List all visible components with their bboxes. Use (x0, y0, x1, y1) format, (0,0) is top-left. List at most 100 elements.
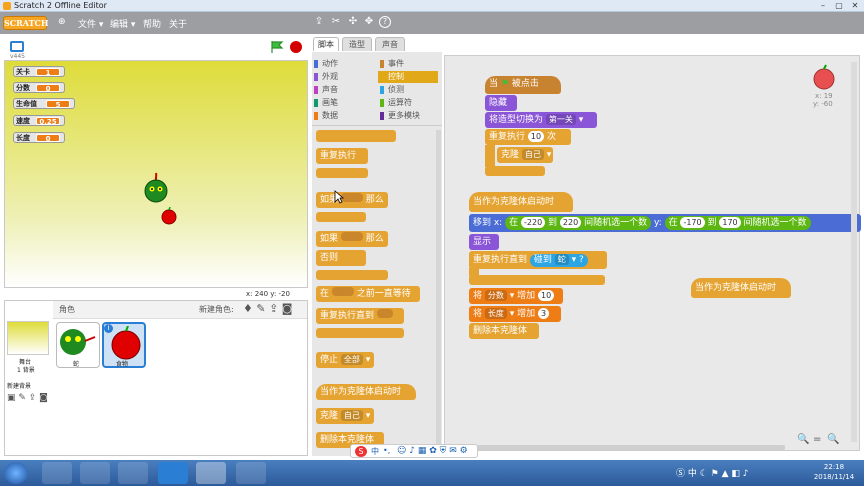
palette-block-else: 否则 (316, 250, 366, 266)
snake-sprite[interactable] (141, 169, 171, 205)
category-more-blocks[interactable]: 更多模块 (378, 110, 420, 122)
palette-scrollbar[interactable] (436, 130, 441, 455)
goto-xy-block[interactable]: 移到 x: 在 -220 到 220 间随机选一个数 y: 在 -170 到 1… (469, 214, 861, 232)
vertical-scrollbar[interactable] (851, 62, 857, 442)
ime-tools-icons[interactable]: ☺ ♪ ▦ ✿ ⛨ ✉ ⚙ (397, 446, 468, 456)
fullscreen-icon[interactable] (10, 41, 24, 52)
stage-backdrop-count: 1 背景 (17, 367, 35, 374)
minimize-button[interactable]: – (818, 1, 828, 10)
duplicate-icon[interactable]: ⇪ (313, 16, 325, 28)
taskbar-explorer[interactable] (118, 462, 148, 484)
ime-punct[interactable]: •, (383, 446, 390, 455)
stage-canvas[interactable]: 关卡 1 分数 0 生命值 5 速度 0.25 长度 0 (4, 60, 308, 288)
palette-block-forever[interactable]: 重复执行 (316, 148, 368, 164)
window-title: Scratch 2 Offline Editor (14, 1, 107, 10)
category-looks[interactable]: 外观 (312, 71, 338, 83)
sprite-thumb-snake[interactable]: 蛇 (56, 322, 100, 368)
palette-block-wait-until[interactable]: 在 之前一直等待 (316, 286, 420, 302)
taskbar-browser[interactable] (42, 462, 72, 484)
show-block[interactable]: 显示 (469, 234, 499, 250)
ime-mode[interactable]: 中 (371, 446, 379, 457)
script-area[interactable]: 当 ⚑ 被点击 隐藏 将造型切换为 第一关 ▾ 重复执行 10 次 克隆 自己 … (444, 55, 861, 451)
window-titlebar: Scratch 2 Offline Editor – ▢ ✕ (0, 0, 864, 12)
change-score-block[interactable]: 将 分数 ▾ 增加 10 (469, 288, 563, 304)
palette-block-if[interactable]: 如果 那么 (316, 192, 388, 208)
touching-block[interactable]: 碰到 蛇 ▾ ? (529, 254, 588, 267)
switch-costume-block[interactable]: 将造型切换为 第一关 ▾ (485, 112, 597, 128)
category-control[interactable]: 控制 (378, 71, 438, 83)
tab-sounds[interactable]: 声音 (375, 37, 405, 51)
hide-block[interactable]: 隐藏 (485, 95, 517, 111)
monitor-speed: 速度 0.25 (13, 115, 65, 126)
category-sensing[interactable]: 侦测 (378, 84, 404, 96)
tray-clock[interactable]: 22:18 2018/11/14 (806, 462, 862, 482)
palette-block-forever-foot (316, 168, 368, 178)
sogou-icon[interactable]: S (355, 446, 367, 457)
repeat-block-arm (485, 145, 495, 167)
taskbar-word[interactable] (158, 462, 188, 484)
menu-file[interactable]: 文件 ▾ (78, 17, 103, 30)
menu-edit[interactable]: 编辑 ▾ (110, 17, 135, 30)
taskbar-recorder[interactable] (236, 462, 266, 484)
menu-about[interactable]: 关于 (169, 17, 187, 30)
swatch (314, 60, 318, 68)
taskbar-media[interactable] (80, 462, 110, 484)
palette-block-clone[interactable]: 克隆 自己 ▾ (316, 408, 374, 424)
category-motion[interactable]: 动作 (312, 58, 338, 70)
horizontal-scrollbar[interactable] (455, 445, 785, 450)
taskbar-scratch[interactable] (196, 462, 226, 484)
tab-scripts[interactable]: 脚本 (313, 37, 339, 51)
clone-start-hat-block[interactable]: 当作为克隆体启动时 (469, 192, 573, 212)
menu-help[interactable]: 帮助 (143, 17, 161, 30)
category-data[interactable]: 数据 (312, 110, 338, 122)
when-flag-clicked-block[interactable]: 当 ⚑ 被点击 (485, 76, 561, 94)
palette-block-if-foot (316, 212, 366, 222)
palette-block-cap[interactable] (316, 130, 396, 142)
palette-block-if-else[interactable]: 如果 那么 (316, 231, 388, 247)
block-help-icon[interactable]: ? (379, 16, 391, 28)
category-sound[interactable]: 声音 (312, 84, 338, 96)
apple-sprite[interactable] (160, 207, 178, 225)
repeat-block[interactable]: 重复执行 10 次 (485, 129, 571, 145)
delete-clone-block[interactable]: 删除本克隆体 (469, 323, 539, 339)
clone-start-hat-block-2[interactable]: 当作为克隆体启动时 (691, 278, 791, 298)
shrink-icon[interactable]: ✥ (363, 16, 375, 28)
grow-icon[interactable]: ✣ (347, 16, 359, 28)
backdrop-tools[interactable]: ▣ ✎ ⇪ ◙ (7, 393, 48, 403)
sprite-thumb-food[interactable]: i 食物 (102, 322, 146, 368)
random-y-block[interactable]: 在 -170 到 170 间随机选一个数 (664, 216, 811, 230)
new-sprite-tools[interactable]: ♦ ✎ ⇪ ◙ (243, 302, 292, 315)
random-x-block[interactable]: 在 -220 到 220 间随机选一个数 (505, 216, 652, 230)
green-flag-icon[interactable] (270, 40, 284, 54)
start-button[interactable] (4, 462, 28, 484)
clock-date: 2018/11/14 (813, 473, 855, 481)
zoom-reset-icon[interactable]: = (813, 434, 821, 445)
sprite-x: x: 19 (815, 92, 833, 100)
palette-block-repeat-until[interactable]: 重复执行直到 (316, 308, 404, 324)
stop-icon[interactable] (290, 41, 302, 53)
language-globe-icon[interactable]: ⊕ (58, 17, 66, 27)
monitor-score: 分数 0 (13, 82, 65, 93)
stage-thumbnail[interactable] (7, 321, 49, 355)
new-backdrop-label: 新建背景 (7, 383, 32, 390)
category-operators[interactable]: 运算符 (378, 97, 412, 109)
delete-scissors-icon[interactable]: ✂ (330, 16, 342, 28)
repeat-until-block[interactable]: 重复执行直到 碰到 蛇 ▾ ? (469, 251, 607, 269)
zoom-in-icon[interactable]: 🔍 (827, 434, 839, 445)
new-sprite-label: 新建角色: (199, 305, 234, 314)
tray-icons[interactable]: Ⓢ 中 ☾ ⚑ ▲ ◧ ♪ (676, 466, 748, 479)
close-button[interactable]: ✕ (850, 1, 860, 10)
zoom-out-icon[interactable]: 🔍 (797, 434, 809, 445)
maximize-button[interactable]: ▢ (834, 1, 844, 10)
monitor-length: 长度 0 (13, 132, 65, 143)
scratch-logo[interactable]: SCRATCH (3, 16, 48, 30)
category-events[interactable]: 事件 (378, 58, 404, 70)
category-palette: 动作 外观 声音 画笔 数据 事件 控制 侦测 运算符 更多模块 (312, 52, 442, 126)
clone-block[interactable]: 克隆 自己 ▾ (497, 147, 553, 163)
repeat-until-foot (469, 275, 605, 285)
tab-costumes[interactable]: 造型 (342, 37, 372, 51)
palette-block-stop[interactable]: 停止 全部 ▾ (316, 352, 374, 368)
change-length-block[interactable]: 将 长度 ▾ 增加 3 (469, 306, 561, 322)
category-pen[interactable]: 画笔 (312, 97, 338, 109)
palette-block-clone-start[interactable]: 当作为克隆体启动时 (316, 384, 416, 400)
